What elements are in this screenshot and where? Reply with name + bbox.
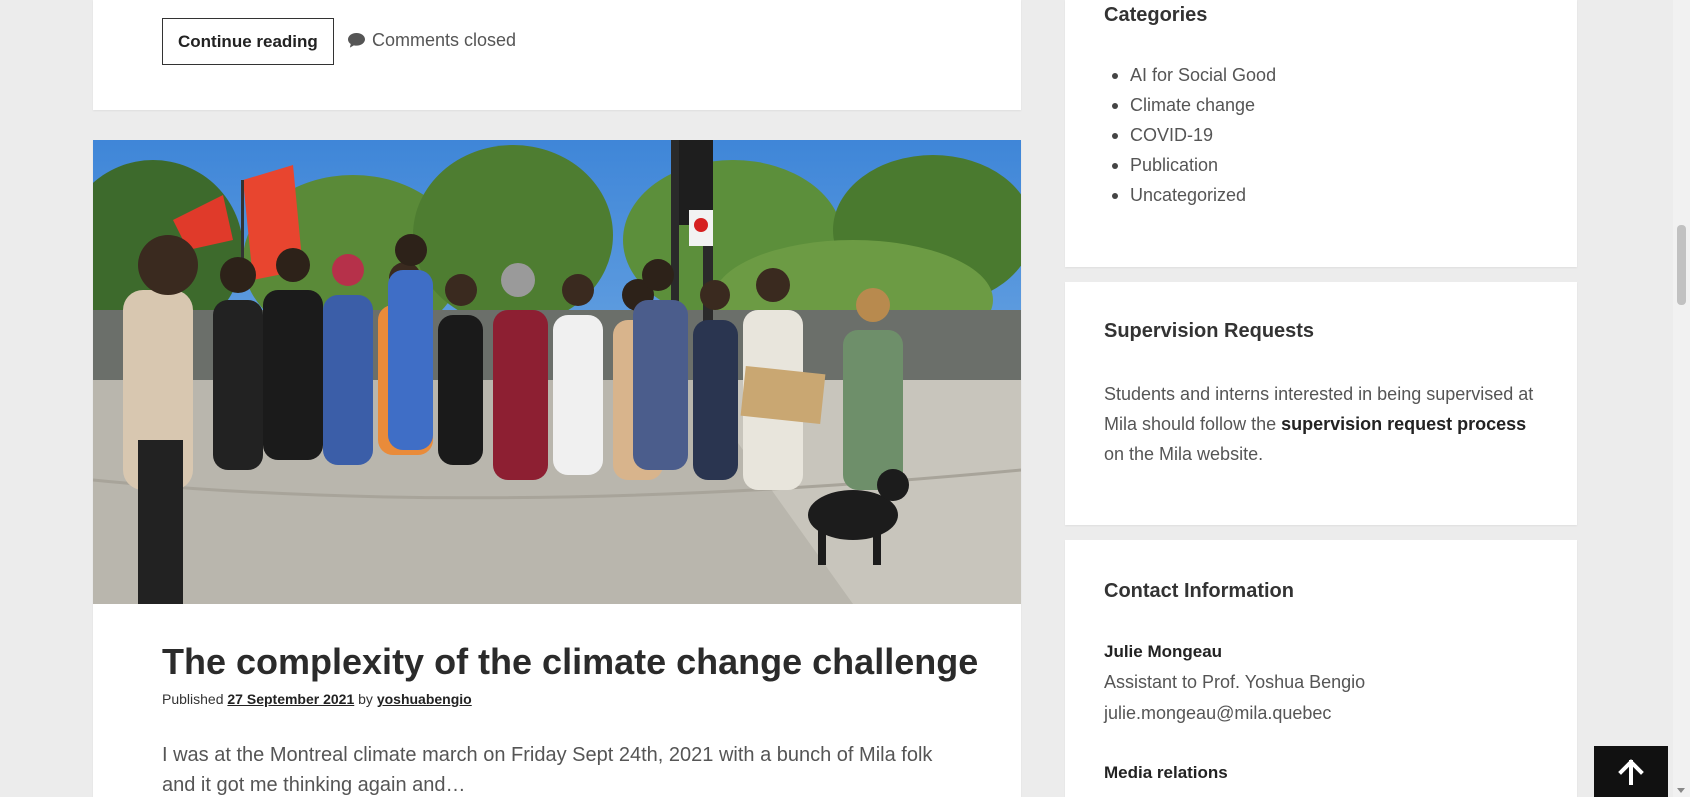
category-link-uncategorized[interactable]: Uncategorized <box>1130 185 1246 205</box>
contact-name: Julie Mongeau <box>1104 642 1223 661</box>
back-to-top-button[interactable] <box>1594 746 1668 797</box>
supervision-text-after: on the Mila website. <box>1104 444 1264 464</box>
category-item: Publication <box>1104 150 1276 180</box>
published-prefix: Published <box>162 691 224 707</box>
post-title[interactable]: The complexity of the climate change cha… <box>162 641 978 683</box>
vertical-scrollbar[interactable] <box>1673 0 1690 797</box>
contact-title: Contact Information <box>1104 580 1294 602</box>
arrow-up-icon <box>1618 758 1644 785</box>
category-link-publication[interactable]: Publication <box>1130 155 1218 175</box>
category-item: Climate change <box>1104 90 1276 120</box>
category-link-covid-19[interactable]: COVID-19 <box>1130 125 1213 145</box>
continue-reading-button[interactable]: Continue reading <box>162 18 334 65</box>
comments-status: Comments closed <box>347 30 516 51</box>
post-excerpt: I was at the Montreal climate march on F… <box>162 744 933 796</box>
comments-label: Comments closed <box>372 30 517 50</box>
previous-post-card: Continue reading Comments closed <box>93 0 1021 110</box>
contact-role: Assistant to Prof. Yoshua Bengio <box>1104 672 1366 692</box>
post-featured-image[interactable] <box>93 140 1021 604</box>
supervision-request-link[interactable]: supervision request process <box>1281 414 1526 434</box>
scroll-down-arrow[interactable] <box>1677 788 1685 793</box>
contact-widget: Contact Information Julie Mongeau Assist… <box>1065 540 1577 797</box>
contact-email[interactable]: julie.mongeau@mila.quebec <box>1104 703 1331 724</box>
post-date-link[interactable]: 27 September 2021 <box>227 691 354 707</box>
by-prefix: by <box>358 691 373 707</box>
climate-march-photo <box>93 140 1021 604</box>
post-card: The complexity of the climate change cha… <box>93 140 1021 797</box>
post-meta: Published 27 September 2021 by yoshuaben… <box>162 691 472 707</box>
category-item: Uncategorized <box>1104 180 1276 210</box>
categories-list: AI for Social Good Climate change COVID-… <box>1104 60 1276 210</box>
categories-widget: Categories AI for Social Good Climate ch… <box>1065 0 1577 267</box>
category-item: AI for Social Good <box>1104 60 1276 90</box>
speech-bubble-icon <box>348 32 365 48</box>
category-link-climate-change[interactable]: Climate change <box>1130 95 1255 115</box>
post-author-link[interactable]: yoshuabengio <box>377 691 472 707</box>
supervision-text: Students and interns interested in being… <box>1104 379 1544 469</box>
category-link-ai-for-social-good[interactable]: AI for Social Good <box>1130 65 1276 85</box>
supervision-widget: Supervision Requests Students and intern… <box>1065 282 1577 525</box>
categories-title: Categories <box>1104 4 1208 26</box>
supervision-title: Supervision Requests <box>1104 320 1315 342</box>
media-relations-title: Media relations <box>1104 763 1228 782</box>
category-item: COVID-19 <box>1104 120 1276 150</box>
scrollbar-thumb[interactable] <box>1677 225 1686 305</box>
